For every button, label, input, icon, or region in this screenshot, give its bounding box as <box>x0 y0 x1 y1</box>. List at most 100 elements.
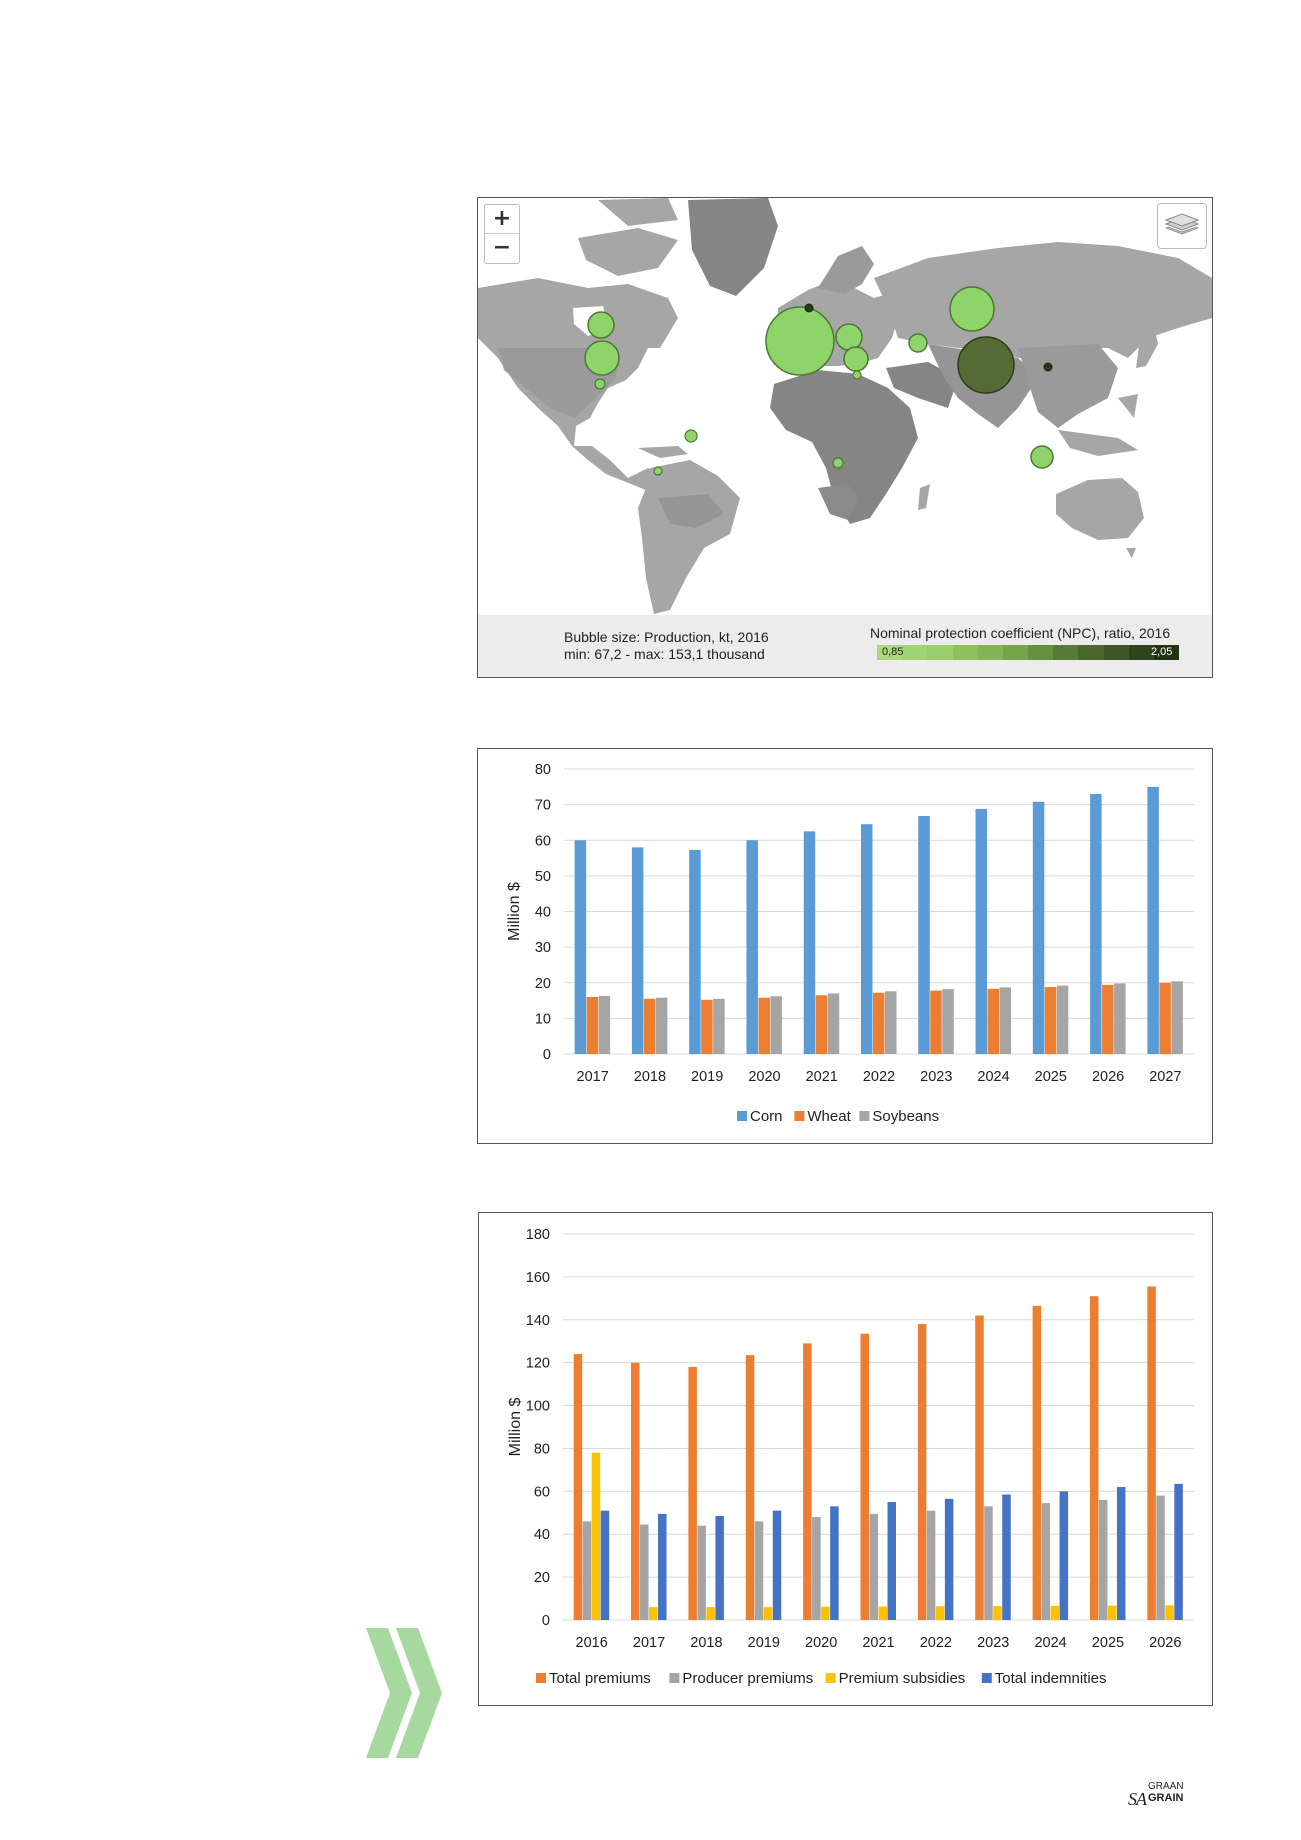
map-legend-footer: Bubble size: Production, kt, 2016 min: 6… <box>478 615 1212 677</box>
bubble-mexico <box>594 378 606 390</box>
bar-total-indemnities <box>887 1502 896 1620</box>
legend-label: Premium subsidies <box>839 1670 966 1687</box>
bar-wheat <box>1159 982 1171 1054</box>
bar-wheat <box>987 988 1000 1054</box>
zoom-control[interactable]: + − <box>484 204 520 264</box>
bar-premium-subsidies <box>993 1606 1002 1620</box>
bar-producer-premiums <box>640 1524 649 1620</box>
bar-premium-subsidies <box>706 1607 715 1620</box>
sa-graan-logo: SA GRAAN GRAIN <box>1128 1781 1198 1811</box>
bar-total-premiums <box>631 1362 640 1620</box>
y-tick-label: 120 <box>526 1356 550 1372</box>
x-tick-label: 2026 <box>1092 1069 1124 1085</box>
bar-corn <box>574 840 587 1054</box>
x-tick-label: 2017 <box>633 1635 665 1651</box>
bar-soybeans <box>770 996 782 1054</box>
zoom-in-button[interactable]: + <box>485 205 519 234</box>
legend-swatch <box>737 1111 747 1121</box>
bubble-ukraine <box>835 323 863 351</box>
bar-corn <box>918 816 930 1054</box>
bar-wheat <box>758 997 770 1054</box>
bar-corn <box>689 849 701 1054</box>
bubble-minmax-legend: min: 67,2 - max: 153,1 thousand <box>564 646 765 662</box>
logo-sa-text: SA <box>1128 1789 1147 1809</box>
bar-soybeans <box>598 995 611 1054</box>
bar-total-indemnities <box>830 1506 839 1620</box>
bar-wheat <box>1102 984 1114 1054</box>
bar-premium-subsidies <box>1107 1605 1117 1620</box>
y-tick-label: 70 <box>535 798 551 814</box>
crop-chart-panel: 0 10 20 30 40 50 60 70 80 Million $ 2017 2018 2019 20… <box>477 748 1213 1144</box>
y-axis-title: Million $ <box>507 1398 524 1457</box>
bar-wheat <box>815 995 828 1054</box>
world-map[interactable] <box>478 198 1212 615</box>
legend-label: Wheat <box>807 1108 851 1125</box>
bubble-eu <box>765 306 835 376</box>
bar-total-indemnities <box>1002 1494 1011 1620</box>
world-map-panel[interactable]: + − Bubble size: Production, kt, 2016 mi… <box>477 197 1213 678</box>
x-tick-label: 2020 <box>748 1069 780 1085</box>
bar-producer-premiums <box>1098 1499 1108 1620</box>
x-tick-label: 2025 <box>1035 1069 1067 1085</box>
bar-corn <box>746 840 758 1054</box>
x-tick-label: 2022 <box>863 1069 895 1085</box>
legend-swatch <box>669 1673 680 1683</box>
bar-corn <box>631 847 644 1054</box>
bar-producer-premiums <box>697 1525 706 1620</box>
bar-total-indemnities <box>1059 1491 1069 1620</box>
bar-corn <box>1090 793 1102 1054</box>
x-tick-label: 2022 <box>920 1635 952 1651</box>
bar-soybeans <box>1114 983 1126 1054</box>
bar-total-premiums <box>860 1333 869 1620</box>
x-tick-label: 2019 <box>748 1635 780 1651</box>
bubble-argentina <box>653 466 663 476</box>
npc-scale-step <box>1053 645 1079 660</box>
zoom-out-button[interactable]: − <box>485 234 519 262</box>
legend-label: Corn <box>750 1108 783 1125</box>
x-tick-label: 2018 <box>634 1069 666 1085</box>
bar-corn <box>861 824 873 1054</box>
bar-wheat <box>643 998 656 1054</box>
bubble-size-legend: Bubble size: Production, kt, 2016 <box>564 629 769 645</box>
bar-soybeans <box>1056 985 1069 1054</box>
bar-wheat <box>586 997 599 1054</box>
bar-total-premiums <box>1032 1305 1042 1620</box>
y-tick-label: 180 <box>526 1227 550 1243</box>
bar-soybeans <box>1171 981 1183 1054</box>
bar-corn <box>1032 801 1045 1054</box>
bar-total-premiums <box>975 1315 984 1620</box>
bar-total-premiums <box>1147 1286 1156 1620</box>
bar-premium-subsidies <box>649 1607 658 1620</box>
bubble-korea <box>1043 362 1053 372</box>
bar-corn <box>975 808 988 1054</box>
bar-premium-subsidies <box>821 1606 830 1620</box>
legend-label: Total premiums <box>549 1670 651 1687</box>
bubble-russia <box>949 286 995 332</box>
layers-button[interactable] <box>1157 203 1207 249</box>
y-axis-title: Million $ <box>506 882 523 941</box>
npc-scale-step <box>927 645 953 660</box>
bar-premium-subsidies <box>1050 1605 1060 1620</box>
bubble-turkey <box>843 346 869 372</box>
y-tick-label: 40 <box>535 905 551 921</box>
bar-wheat <box>701 999 713 1054</box>
x-tick-label: 2021 <box>862 1635 894 1651</box>
bubble-norway <box>804 303 814 313</box>
bar-total-indemnities <box>1174 1483 1183 1620</box>
bar-total-premiums <box>917 1324 927 1620</box>
legend-swatch <box>981 1673 992 1683</box>
insurance-chart-panel: 0 20 40 60 80 100 120 140 160 180 Million $ 2016 201… <box>478 1212 1213 1706</box>
bar-producer-premiums <box>1041 1503 1051 1620</box>
chevron-decoration-icon <box>366 1628 442 1758</box>
y-tick-label: 0 <box>542 1613 550 1629</box>
bubble-brazil <box>684 429 698 443</box>
bar-wheat <box>930 990 942 1054</box>
bar-soybeans <box>885 991 897 1054</box>
bar-producer-premiums <box>754 1521 764 1620</box>
y-tick-label: 40 <box>534 1527 550 1543</box>
npc-scale-step <box>1103 645 1129 660</box>
bar-total-indemnities <box>1116 1487 1126 1620</box>
bar-producer-premiums <box>1156 1495 1165 1620</box>
bar-soybeans <box>713 998 725 1054</box>
npc-scale-step <box>1078 645 1104 660</box>
